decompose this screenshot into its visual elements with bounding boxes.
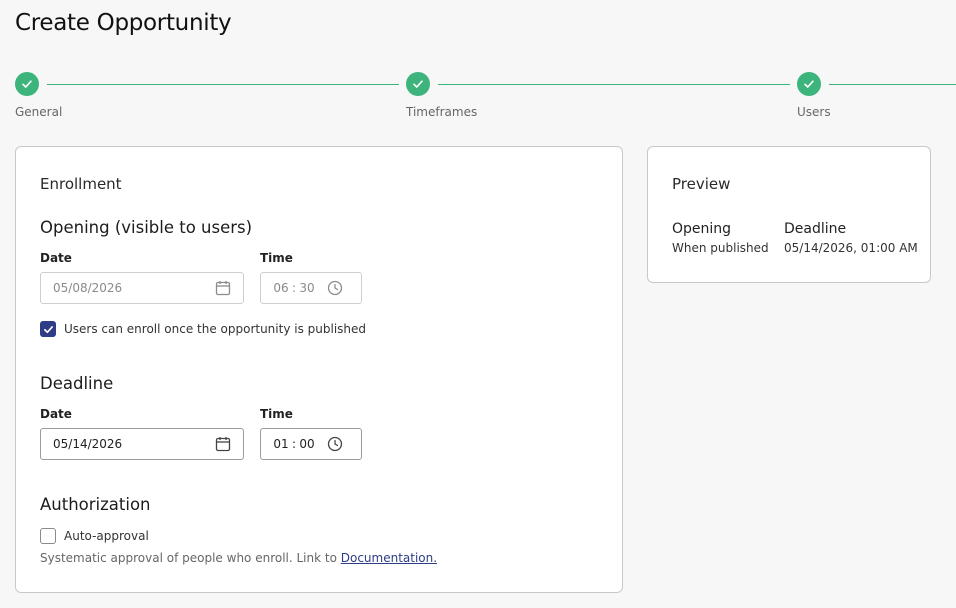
step-label: Users bbox=[797, 105, 831, 119]
opening-time-label: Time bbox=[260, 251, 293, 265]
opening-date-value: 05/08/2026 bbox=[53, 281, 123, 295]
check-icon bbox=[413, 80, 423, 88]
auto-approval-checkbox[interactable] bbox=[40, 528, 56, 544]
preview-deadline-value: 05/14/2026, 01:00 AM bbox=[784, 241, 918, 255]
opening-time-input[interactable]: 06 : 30 bbox=[260, 272, 362, 304]
step-timeframes[interactable]: Timeframes bbox=[406, 72, 477, 119]
deadline-date-label: Date bbox=[40, 407, 72, 421]
deadline-time-minute[interactable]: 00 bbox=[299, 437, 315, 451]
authorization-heading: Authorization bbox=[40, 495, 151, 514]
step-users[interactable]: Users bbox=[797, 72, 831, 119]
clock-icon[interactable] bbox=[327, 436, 343, 452]
check-icon bbox=[804, 80, 814, 88]
check-icon bbox=[22, 80, 32, 88]
deadline-date-input[interactable]: 05/14/2026 bbox=[40, 428, 244, 460]
step-complete-indicator bbox=[797, 72, 821, 96]
publish-enroll-checkbox[interactable] bbox=[40, 321, 56, 337]
step-complete-indicator bbox=[406, 72, 430, 96]
publish-enroll-checkbox-row[interactable]: Users can enroll once the opportunity is… bbox=[40, 321, 366, 337]
clock-icon[interactable] bbox=[327, 280, 343, 296]
opening-date-label: Date bbox=[40, 251, 72, 265]
calendar-icon[interactable] bbox=[215, 280, 231, 296]
opening-date-input[interactable]: 05/08/2026 bbox=[40, 272, 244, 304]
progress-stepper: General Timeframes Users bbox=[15, 72, 956, 122]
preview-card: Preview Opening When published Deadline … bbox=[647, 146, 931, 283]
preview-deadline-label: Deadline bbox=[784, 221, 847, 237]
auto-approval-label: Auto-approval bbox=[64, 529, 149, 543]
deadline-time-hour[interactable]: 01 bbox=[273, 437, 289, 451]
preview-opening-label: Opening bbox=[672, 221, 732, 237]
step-label: General bbox=[15, 105, 63, 119]
step-label: Timeframes bbox=[406, 105, 478, 119]
time-separator: : bbox=[291, 281, 297, 295]
calendar-icon[interactable] bbox=[215, 436, 231, 452]
preview-deadline: Deadline 05/14/2026, 01:00 AM bbox=[784, 221, 918, 255]
deadline-time-label: Time bbox=[260, 407, 293, 421]
enrollment-heading: Enrollment bbox=[40, 175, 122, 193]
check-icon bbox=[43, 325, 53, 333]
step-connector bbox=[829, 84, 956, 85]
deadline-time-input[interactable]: 01 : 00 bbox=[260, 428, 362, 460]
opening-heading: Opening (visible to users) bbox=[40, 218, 253, 237]
auto-approval-help-text: Systematic approval of people who enroll… bbox=[40, 551, 437, 565]
documentation-link[interactable]: Documentation. bbox=[341, 551, 437, 565]
time-separator: : bbox=[291, 437, 297, 451]
publish-enroll-label: Users can enroll once the opportunity is… bbox=[64, 322, 367, 336]
help-text-body: Systematic approval of people who enroll… bbox=[40, 551, 341, 565]
opening-time-minute[interactable]: 30 bbox=[299, 281, 315, 295]
deadline-heading: Deadline bbox=[40, 374, 114, 393]
preview-opening: Opening When published bbox=[672, 221, 769, 255]
preview-heading: Preview bbox=[672, 175, 731, 193]
page-title: Create Opportunity bbox=[15, 10, 232, 36]
preview-opening-value: When published bbox=[672, 241, 769, 255]
auto-approval-checkbox-row[interactable]: Auto-approval bbox=[40, 528, 149, 544]
deadline-date-value: 05/14/2026 bbox=[53, 437, 123, 451]
step-general[interactable]: General bbox=[15, 72, 62, 119]
opening-time-hour[interactable]: 06 bbox=[273, 281, 289, 295]
step-connector bbox=[438, 84, 790, 85]
step-complete-indicator bbox=[15, 72, 39, 96]
step-connector bbox=[47, 84, 399, 85]
enrollment-card: Enrollment Opening (visible to users) Da… bbox=[15, 146, 623, 593]
